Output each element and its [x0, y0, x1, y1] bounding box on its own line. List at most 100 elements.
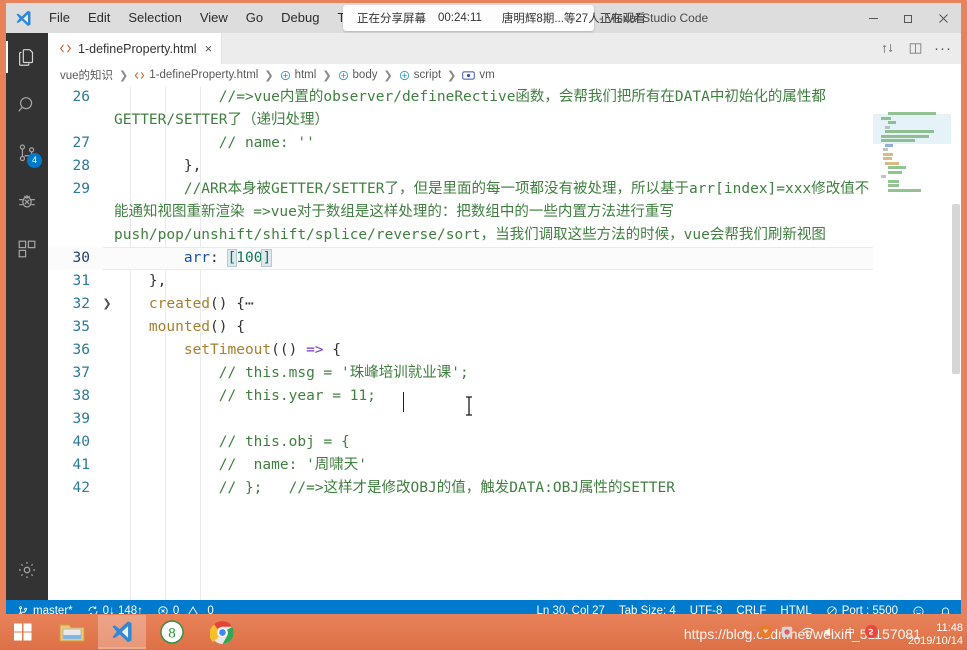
tray-app-icon[interactable] — [780, 625, 794, 644]
fold-chevron-icon[interactable] — [100, 362, 114, 385]
ellipsis-icon[interactable]: ··· — [929, 36, 957, 62]
code-token: //=>vue内置的observer/defineRective函数，会帮我们把… — [114, 89, 826, 128]
status-editor-position[interactable]: Ln 30, Col 27 — [529, 600, 611, 614]
warning-icon — [187, 605, 199, 614]
code-line[interactable]: 29 //ARR本身被GETTER/SETTER了，但是里面的每一项都没有被处理… — [48, 178, 961, 247]
code-line[interactable]: 38 // this.year = 11; — [48, 385, 961, 408]
code-line[interactable]: 36 setTimeout(() => { — [48, 339, 961, 362]
menu-item-selection[interactable]: Selection — [119, 3, 190, 33]
windows-start-icon[interactable] — [0, 614, 46, 650]
status-sync[interactable]: 0↓ 148↑ — [80, 600, 150, 614]
line-number: 35 — [72, 319, 90, 335]
tray-ime-icon[interactable]: 中 — [843, 625, 857, 644]
maximize-button[interactable] — [891, 3, 926, 33]
code-line[interactable]: 40 // this.obj = { — [48, 431, 961, 454]
status-notifications[interactable] — [932, 600, 959, 614]
code-line[interactable]: 42 // }; //=>这样才是修改OBJ的值，触发DATA:OBJ属性的SE… — [48, 477, 961, 500]
code-token: () { — [210, 319, 245, 335]
code-token: : — [210, 250, 228, 266]
sidebar-item-search[interactable] — [6, 81, 48, 129]
compare-icon[interactable] — [873, 36, 901, 62]
status-encoding[interactable]: UTF-8 — [683, 600, 730, 614]
menu-item-debug[interactable]: Debug — [272, 3, 328, 33]
fold-chevron-icon[interactable] — [100, 477, 114, 500]
breadcrumb-item-vm[interactable]: vm — [462, 69, 495, 81]
editor-actions: ··· — [873, 33, 957, 64]
taskbar-clock[interactable]: 11:48 2019/10/14 — [908, 622, 963, 648]
gear-icon[interactable] — [6, 546, 48, 594]
breadcrumb-item-body[interactable]: body — [338, 69, 377, 81]
fold-chevron-icon[interactable] — [100, 408, 114, 431]
tray-chevron-icon[interactable] — [740, 625, 751, 643]
sidebar-item-extensions[interactable] — [6, 225, 48, 273]
fold-chevron-icon[interactable] — [100, 339, 114, 362]
sidebar-item-source-control[interactable]: 4 — [6, 129, 48, 177]
code-line[interactable]: 27 // name: '' — [48, 132, 961, 155]
breadcrumb-item-script[interactable]: script — [399, 69, 441, 81]
fold-chevron-icon[interactable] — [100, 454, 114, 477]
sidebar-item-debug[interactable] — [6, 177, 48, 225]
taskbar-file-explorer[interactable] — [48, 615, 96, 649]
status-feedback[interactable] — [905, 600, 932, 614]
code-text: created() {⋯ — [114, 293, 961, 316]
code-line[interactable]: 35 mounted() { — [48, 316, 961, 339]
taskbar-chrome[interactable] — [198, 615, 246, 649]
tray-sogou-icon[interactable] — [864, 624, 879, 644]
code-line[interactable]: 31 }, — [48, 270, 961, 293]
breadcrumb-item-html[interactable]: html — [280, 69, 316, 81]
code-line[interactable]: 39 — [48, 408, 961, 431]
fold-chevron-icon[interactable] — [100, 132, 114, 155]
status-language-mode[interactable]: HTML — [773, 600, 818, 614]
tab-close-icon[interactable]: × — [205, 42, 213, 55]
menu-item-view[interactable]: View — [191, 3, 237, 33]
fold-chevron-icon[interactable] — [100, 86, 114, 132]
code-line[interactable]: 37 // this.msg = '珠峰培训就业课'; — [48, 362, 961, 385]
screen-share-overlay[interactable]: 正在分享屏幕 00:24:11 唐明辉8期...等27人正在观看 — [343, 5, 646, 31]
split-editor-icon[interactable] — [901, 36, 929, 62]
status-live-server-port[interactable]: Port : 5500 — [819, 600, 905, 614]
status-eol[interactable]: CRLF — [729, 600, 773, 614]
close-button[interactable] — [926, 3, 961, 33]
fold-chevron-icon[interactable] — [100, 270, 114, 293]
line-number: 40 — [72, 434, 90, 450]
fold-chevron-icon[interactable] — [100, 178, 114, 247]
tray-network-icon[interactable] — [801, 625, 815, 644]
breadcrumb-item-folder[interactable]: vue的知识 — [60, 67, 113, 83]
minimap[interactable] — [873, 86, 951, 600]
code-line[interactable]: 32 ❯ created() {⋯ — [48, 293, 961, 316]
code-token: (() — [271, 342, 307, 358]
fold-chevron-icon[interactable]: ❯ — [100, 293, 114, 316]
sidebar-item-explorer[interactable] — [6, 33, 48, 81]
code-line[interactable]: 28 }, — [48, 155, 961, 178]
breadcrumb-item-file[interactable]: 1-defineProperty.html — [134, 69, 258, 81]
minimap-line — [881, 116, 892, 120]
menu-item-go[interactable]: Go — [237, 3, 272, 33]
tray-fox-icon[interactable] — [758, 624, 773, 644]
code-token: ⋯ — [244, 296, 254, 312]
error-icon — [157, 605, 169, 614]
menu-item-file[interactable]: File — [40, 3, 79, 33]
fold-chevron-icon[interactable] — [100, 431, 114, 454]
fold-chevron-icon[interactable] — [100, 155, 114, 178]
scrollbar-thumb[interactable] — [952, 204, 960, 374]
menu-item-edit[interactable]: Edit — [79, 3, 119, 33]
fold-chevron-icon[interactable] — [100, 247, 114, 270]
code-line[interactable]: 41 // name: '周啸天' — [48, 454, 961, 477]
tab-1-defineproperty-html[interactable]: 1-defineProperty.html × — [48, 33, 223, 64]
breadcrumb[interactable]: vue的知识 ❯ 1-defineProperty.html ❯ html ❯ … — [48, 64, 961, 86]
code-editor[interactable]: 26 //=>vue内置的observer/defineRective函数，会帮… — [48, 86, 961, 600]
code-line[interactable]: 30 arr: [100] — [48, 247, 961, 270]
minimize-button[interactable] — [856, 3, 891, 33]
fold-chevron-icon[interactable] — [100, 385, 114, 408]
taskbar-vscode[interactable] — [98, 615, 146, 649]
editor-scrollbar[interactable] — [951, 86, 961, 600]
code-line[interactable]: 26 //=>vue内置的observer/defineRective函数，会帮… — [48, 86, 961, 132]
code-token: // this.obj = { — [218, 434, 350, 450]
status-tab-size[interactable]: Tab Size: 4 — [612, 600, 683, 614]
status-problems[interactable]: 0 0 — [150, 600, 221, 614]
taskbar-eight-app[interactable]: 8 — [148, 615, 196, 649]
tray-volume-icon[interactable] — [822, 625, 836, 644]
fold-chevron-icon[interactable] — [100, 316, 114, 339]
status-branch[interactable]: master* — [10, 600, 80, 614]
